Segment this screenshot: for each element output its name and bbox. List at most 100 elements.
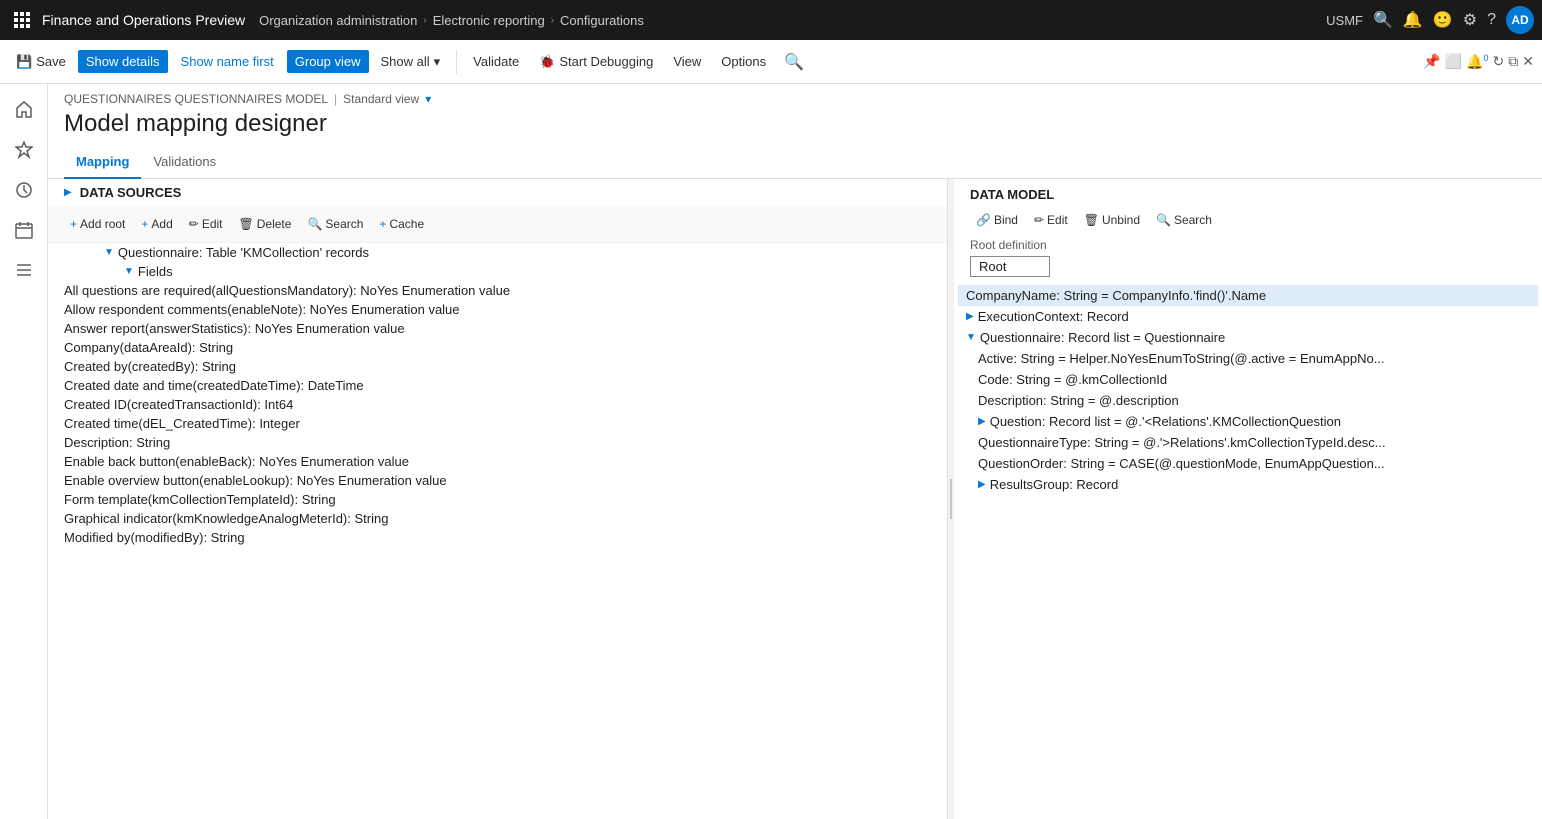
questionnaire-chevron: ▼ [104, 247, 114, 258]
breadcrumb-chevron-icon[interactable]: ▾ [425, 92, 431, 106]
data-sources-title: DATA SOURCES [80, 185, 182, 200]
tree-item-field-2[interactable]: Answer report(answerStatistics): NoYes E… [64, 319, 931, 338]
sidebar-icon-calendar[interactable] [6, 212, 42, 248]
chevron-down-icon: ▾ [434, 54, 441, 70]
questionnaire-dm-chevron: ▼ [966, 332, 976, 343]
tree-item-field-13[interactable]: Modified by(modifiedBy): String [64, 528, 931, 547]
tree-item-field-0[interactable]: All questions are required(allQuestionsM… [64, 281, 931, 300]
breadcrumb-org-admin[interactable]: Organization administration [259, 13, 417, 28]
refresh-icon[interactable]: ↻ [1493, 53, 1505, 70]
tab-validations[interactable]: Validations [141, 146, 228, 179]
ds-toolbar: + Add root + Add ✏ Edit 🗑 Delete [48, 206, 947, 243]
tree-item-fields[interactable]: ▼ Fields [64, 262, 931, 281]
view-button[interactable]: View [665, 50, 709, 73]
start-debugging-button[interactable]: 🐞 Start Debugging [531, 50, 661, 74]
breadcrumb-separator: | [334, 92, 337, 106]
top-nav-right: USMF 🔍 🔔 🙂 ⚙ ? AD [1326, 6, 1534, 34]
search-ds-button[interactable]: 🔍 Search [301, 214, 369, 234]
options-button[interactable]: Options [713, 50, 774, 73]
close-icon[interactable]: ✕ [1522, 53, 1534, 70]
breadcrumb-part2[interactable]: Standard view [343, 92, 419, 106]
app-grid-icon[interactable] [8, 6, 36, 34]
notification-icon[interactable]: 🔔 [1403, 10, 1423, 30]
main-toolbar: 💾 Save Show details Show name first Grou… [0, 40, 1542, 84]
open-new-icon[interactable]: ⧉ [1508, 53, 1518, 70]
tree-item-field-8[interactable]: Description: String [64, 433, 931, 452]
edit-icon: ✏ [189, 217, 199, 231]
search-nav-icon[interactable]: 🔍 [1373, 10, 1393, 30]
help-icon[interactable]: ? [1487, 11, 1496, 29]
dm-tree-item-questionnaire[interactable]: ▼ Questionnaire: Record list = Questionn… [958, 327, 1538, 348]
dm-tree-item-question[interactable]: ▶ Question: Record list = @.'<Relations'… [958, 411, 1538, 432]
tree-item-field-5[interactable]: Created date and time(createdDateTime): … [64, 376, 931, 395]
unbind-icon: 🗑 [1084, 213, 1099, 227]
tabs-row: Mapping Validations [48, 146, 1542, 179]
dm-edit-icon: ✏ [1034, 213, 1044, 227]
root-def-label: Root definition [970, 238, 1526, 252]
unbind-button[interactable]: 🗑 Unbind [1078, 210, 1146, 230]
left-pane: ▶ DATA SOURCES + Add root + Add ✏ E [48, 179, 948, 819]
search-dm-button[interactable]: 🔍 Search [1150, 210, 1218, 230]
tree-item-field-6[interactable]: Created ID(createdTransactionId): Int64 [64, 395, 931, 414]
tree-item-field-9[interactable]: Enable back button(enableBack): NoYes En… [64, 452, 931, 471]
left-sidebar [0, 84, 48, 819]
dm-tree-item-resultsgroup[interactable]: ▶ ResultsGroup: Record [958, 474, 1538, 495]
dm-tree-item-code[interactable]: Code: String = @.kmCollectionId [958, 369, 1538, 390]
dm-tree-item-questionorder[interactable]: QuestionOrder: String = CASE(@.questionM… [958, 453, 1538, 474]
dm-title: DATA MODEL [970, 187, 1526, 210]
badge-icon[interactable]: 🔔0 [1466, 53, 1488, 71]
user-avatar[interactable]: AD [1506, 6, 1534, 34]
save-button[interactable]: 💾 Save [8, 50, 74, 74]
add-root-button[interactable]: + Add root [64, 214, 131, 234]
sidebar-icon-home[interactable] [6, 92, 42, 128]
smiley-icon[interactable]: 🙂 [1433, 10, 1453, 30]
dm-tree-item-companyname[interactable]: CompanyName: String = CompanyInfo.'find(… [958, 285, 1538, 306]
tree-item-field-12[interactable]: Graphical indicator(kmKnowledgeAnalogMet… [64, 509, 931, 528]
add-button[interactable]: + Add [135, 214, 178, 234]
breadcrumb-sep-2: › [551, 15, 554, 26]
breadcrumb-configurations[interactable]: Configurations [560, 13, 644, 28]
pin-icon[interactable]: 📌 [1423, 53, 1440, 70]
sidebar-icon-list[interactable] [6, 252, 42, 288]
show-all-button[interactable]: Show all ▾ [373, 50, 449, 74]
save-icon: 💾 [16, 54, 32, 70]
ds-expand-chevron[interactable]: ▶ [64, 187, 72, 198]
tree-item-field-10[interactable]: Enable overview button(enableLookup): No… [64, 471, 931, 490]
breadcrumb-part1[interactable]: QUESTIONNAIRES QUESTIONNAIRES MODEL [64, 92, 328, 106]
cache-button[interactable]: + Cache [373, 214, 430, 234]
settings-icon[interactable]: ⚙ [1463, 10, 1477, 30]
tree-item-field-4[interactable]: Created by(createdBy): String [64, 357, 931, 376]
sidebar-icon-recent[interactable] [6, 172, 42, 208]
show-name-first-button[interactable]: Show name first [172, 49, 283, 74]
tab-mapping[interactable]: Mapping [64, 146, 141, 179]
dm-tree-item-questionnairetype[interactable]: QuestionnaireType: String = @.'>Relation… [958, 432, 1538, 453]
tree-item-field-3[interactable]: Company(dataAreaId): String [64, 338, 931, 357]
drag-handle[interactable] [948, 179, 954, 819]
dm-tree-item-executioncontext[interactable]: ▶ ExecutionContext: Record [958, 306, 1538, 327]
exec-context-chevron: ▶ [966, 311, 974, 322]
fields-label: Fields [138, 264, 931, 279]
tree-item-field-1[interactable]: Allow respondent comments(enableNote): N… [64, 300, 931, 319]
root-def-value: Root [970, 256, 1050, 277]
dm-header: DATA MODEL 🔗 Bind ✏ Edit 🗑 Unbind [954, 179, 1542, 285]
show-details-button[interactable]: Show details [78, 50, 168, 73]
group-view-button[interactable]: Group view [287, 50, 369, 73]
question-chevron: ▶ [978, 416, 986, 427]
dm-tree-item-description[interactable]: Description: String = @.description [958, 390, 1538, 411]
top-breadcrumb: Organization administration › Electronic… [259, 13, 644, 28]
dm-edit-button[interactable]: ✏ Edit [1028, 210, 1074, 230]
tree-item-field-11[interactable]: Form template(kmCollectionTemplateId): S… [64, 490, 931, 509]
toolbar-search-icon[interactable]: 🔍 [778, 48, 810, 76]
breadcrumb-electronic-reporting[interactable]: Electronic reporting [433, 13, 545, 28]
tree-item-questionnaire[interactable]: ▼ Questionnaire: Table 'KMCollection' re… [64, 243, 931, 262]
edit-button[interactable]: ✏ Edit [183, 214, 229, 234]
page-breadcrumb: QUESTIONNAIRES QUESTIONNAIRES MODEL | St… [48, 84, 1542, 106]
delete-button[interactable]: 🗑 Delete [233, 214, 298, 234]
tree-item-field-7[interactable]: Created time(dEL_CreatedTime): Integer [64, 414, 931, 433]
bind-button[interactable]: 🔗 Bind [970, 210, 1024, 230]
expand-icon[interactable]: ⬜ [1445, 53, 1462, 70]
validate-button[interactable]: Validate [465, 50, 527, 73]
ds-tree: ▼ Questionnaire: Table 'KMCollection' re… [48, 243, 947, 819]
sidebar-icon-star[interactable] [6, 132, 42, 168]
dm-tree-item-active[interactable]: Active: String = Helper.NoYesEnumToStrin… [958, 348, 1538, 369]
